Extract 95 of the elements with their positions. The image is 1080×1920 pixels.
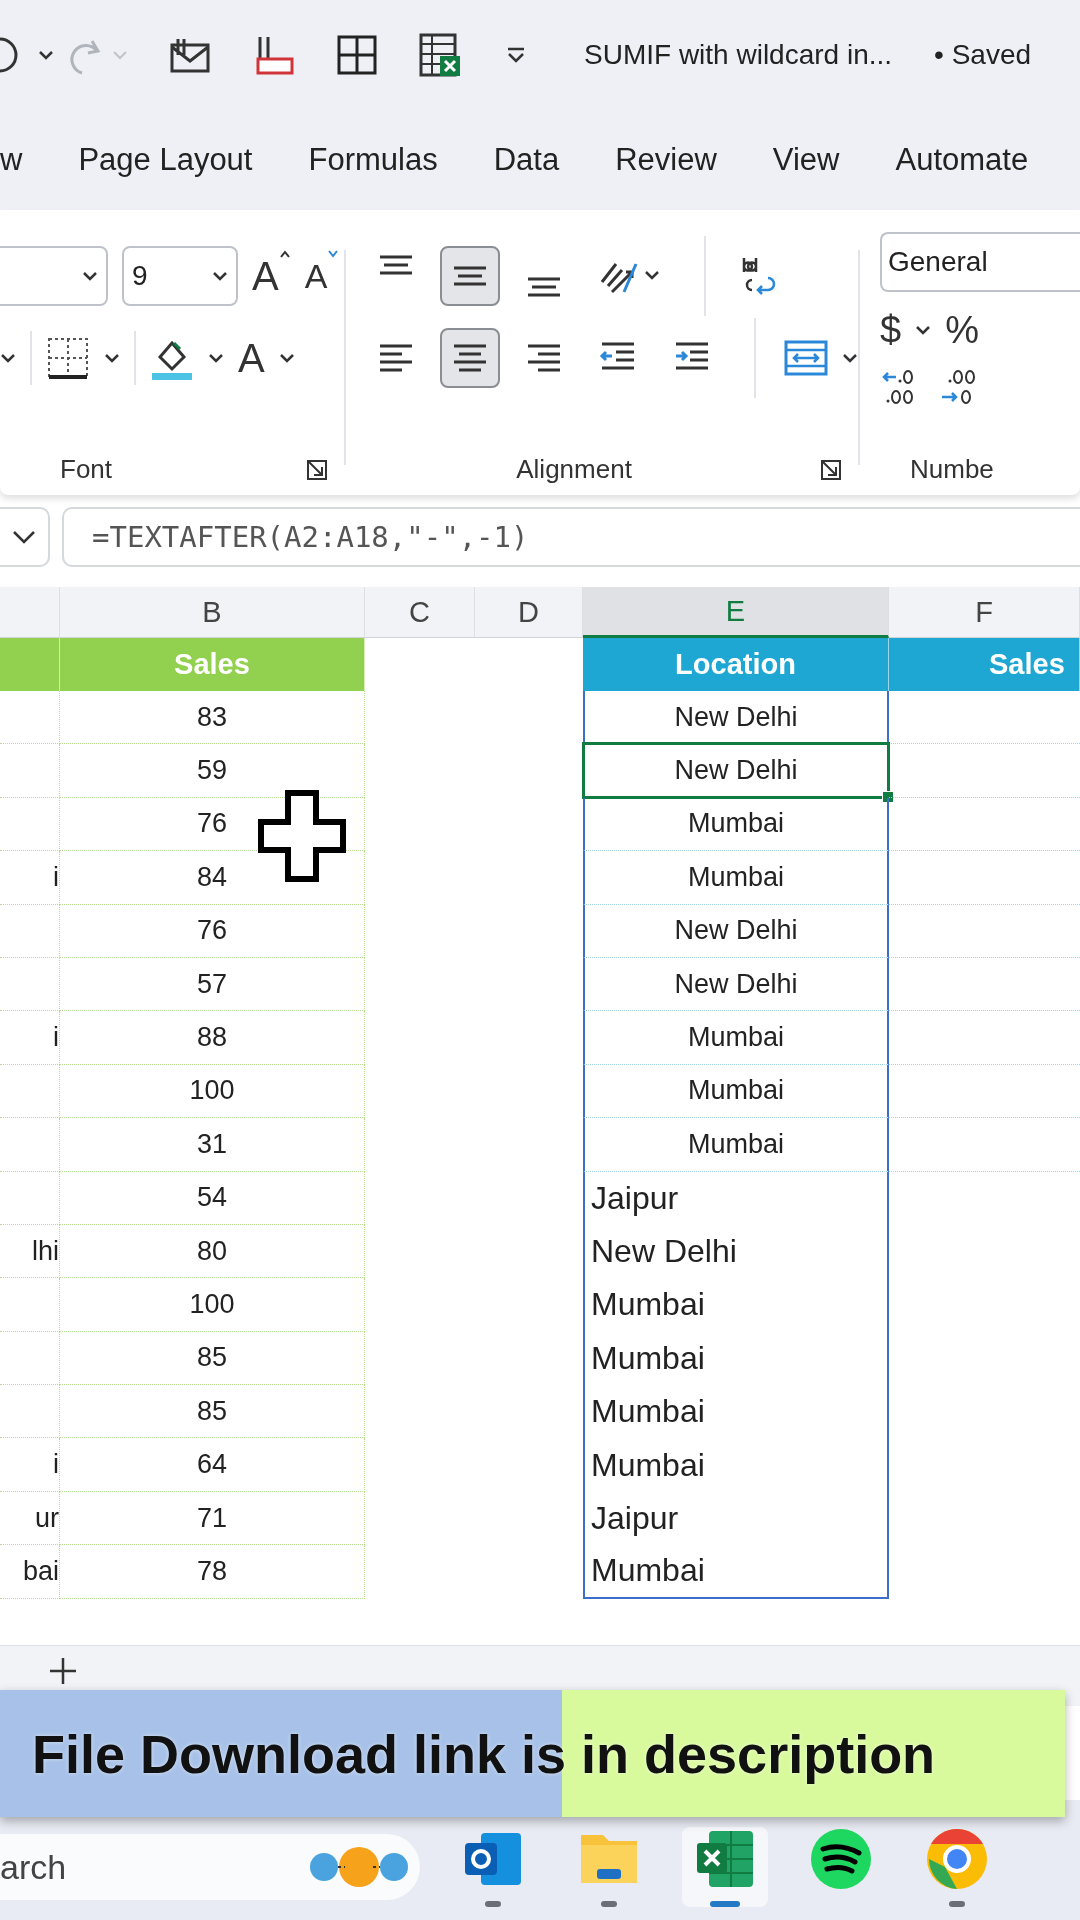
table-cell: 31 <box>196 1128 227 1160</box>
table-cell: 76 <box>196 915 227 947</box>
header-cell: Sales <box>889 638 1080 691</box>
table-cell: 100 <box>189 1289 235 1320</box>
table-cell: 64 <box>196 1449 227 1481</box>
table-cell: Mumbai <box>688 1128 784 1160</box>
caret-icon[interactable] <box>915 325 932 335</box>
table-cell: 71 <box>196 1502 227 1534</box>
table-cell: 54 <box>196 1182 227 1214</box>
shrink-font-button[interactable]: A <box>304 259 328 293</box>
table-cell: New Delhi <box>591 1233 737 1271</box>
column-header[interactable]: F <box>889 587 1080 638</box>
font-size-dropdown[interactable]: 9 <box>122 246 238 306</box>
column-header[interactable]: E <box>583 587 889 638</box>
percent-button[interactable]: % <box>945 311 979 349</box>
font-color-button[interactable]: A <box>238 338 265 378</box>
table-cell: Mumbai <box>591 1339 705 1377</box>
caret-icon[interactable] <box>38 50 54 60</box>
group-label: Numbe <box>910 454 994 485</box>
table-cell: New Delhi <box>674 915 798 947</box>
search-field[interactable]: arch <box>0 1834 420 1900</box>
table-cell: Mumbai <box>688 1075 784 1107</box>
add-sheet-icon[interactable] <box>48 1656 78 1686</box>
grid-icon[interactable] <box>336 34 378 76</box>
header-cell: Sales <box>60 638 365 691</box>
column-header[interactable]: B <box>60 587 365 638</box>
ribbon-tab[interactable]: w <box>0 136 23 184</box>
table-cell: Mumbai <box>591 1446 705 1484</box>
ribbon-tab[interactable]: Page Layout <box>78 136 253 184</box>
up-caret-icon <box>278 250 291 258</box>
table-cell: 78 <box>196 1555 227 1587</box>
caret-icon[interactable] <box>842 353 859 363</box>
caret-icon[interactable] <box>278 353 295 363</box>
table-cell: i <box>0 1438 60 1492</box>
name-box[interactable] <box>0 507 50 567</box>
group-label: Alignment <box>516 454 632 485</box>
table-cell: 85 <box>196 1395 227 1427</box>
ribbon-tab[interactable]: Formulas <box>308 136 438 184</box>
table-cell: New Delhi <box>674 755 798 787</box>
group-label: Font <box>60 454 113 485</box>
table-cell: New Delhi <box>674 968 798 1000</box>
grow-font-button[interactable]: A <box>252 256 279 296</box>
table-cell: 59 <box>196 755 227 787</box>
merge-center-icon[interactable] <box>784 338 829 378</box>
currency-button[interactable]: $ <box>880 311 902 349</box>
window-title: SUMIF with wildcard in... <box>584 39 893 71</box>
caption-banner: File Download link is in description <box>0 1690 1065 1817</box>
table-cell: Mumbai <box>591 1552 705 1590</box>
table-cell: Jaipur <box>591 1500 679 1538</box>
ribbon-tab[interactable]: Review <box>615 136 717 184</box>
table-cell: bai <box>0 1545 60 1599</box>
table-cell: Mumbai <box>591 1393 705 1431</box>
table-cell: Mumbai <box>688 861 784 893</box>
caret-icon[interactable] <box>208 353 224 363</box>
table-cell: i <box>0 851 60 905</box>
borders-icon[interactable] <box>46 336 90 380</box>
formula-field[interactable]: =TEXTAFTER(A2:A18,"-",-1) <box>62 507 1080 567</box>
dialog-launcher-icon[interactable] <box>820 458 843 481</box>
table-cell: 100 <box>189 1075 235 1107</box>
caret-icon[interactable] <box>0 353 16 363</box>
ribbon-tab[interactable]: Data <box>493 136 560 184</box>
table-cell: New Delhi <box>674 701 798 733</box>
table-cell: ur <box>0 1491 60 1546</box>
table-cell: Mumbai <box>591 1286 705 1324</box>
table-cell: 85 <box>196 1342 227 1374</box>
column-header[interactable]: C <box>365 587 475 638</box>
dialog-launcher-icon[interactable] <box>306 458 329 481</box>
table-cell: Mumbai <box>688 1022 784 1054</box>
table-cell: lhi <box>0 1224 60 1279</box>
ribbon-tab[interactable]: Automate <box>895 136 1029 184</box>
table-cell: 83 <box>196 701 227 733</box>
column-header[interactable]: D <box>475 587 583 638</box>
align-button[interactable] <box>440 246 501 306</box>
number-format-dropdown[interactable]: General <box>880 232 1080 292</box>
cell-cursor-icon <box>258 790 346 882</box>
caret-icon <box>11 529 37 545</box>
align-button[interactable] <box>440 328 501 388</box>
browser-app-icon[interactable] <box>925 1827 989 1891</box>
table-cell: 57 <box>196 968 227 1000</box>
header-cell: Location <box>583 638 889 691</box>
save-status: • Saved <box>934 39 1032 71</box>
caret-icon[interactable] <box>104 353 120 363</box>
header-cell <box>0 638 60 691</box>
table-cell: 84 <box>196 861 227 893</box>
table-cell: Jaipur <box>591 1179 679 1217</box>
caret-icon <box>212 271 228 281</box>
table-cell: 80 <box>196 1235 227 1267</box>
music-app-icon[interactable] <box>809 1827 873 1891</box>
ribbon-tab[interactable]: View <box>772 136 840 184</box>
table-cell: 76 <box>196 808 227 840</box>
down-caret-icon <box>327 250 340 258</box>
caret-icon <box>82 271 98 281</box>
table-cell: i <box>0 1011 60 1065</box>
table-cell: 88 <box>196 1022 227 1054</box>
table-cell: Mumbai <box>688 808 784 840</box>
